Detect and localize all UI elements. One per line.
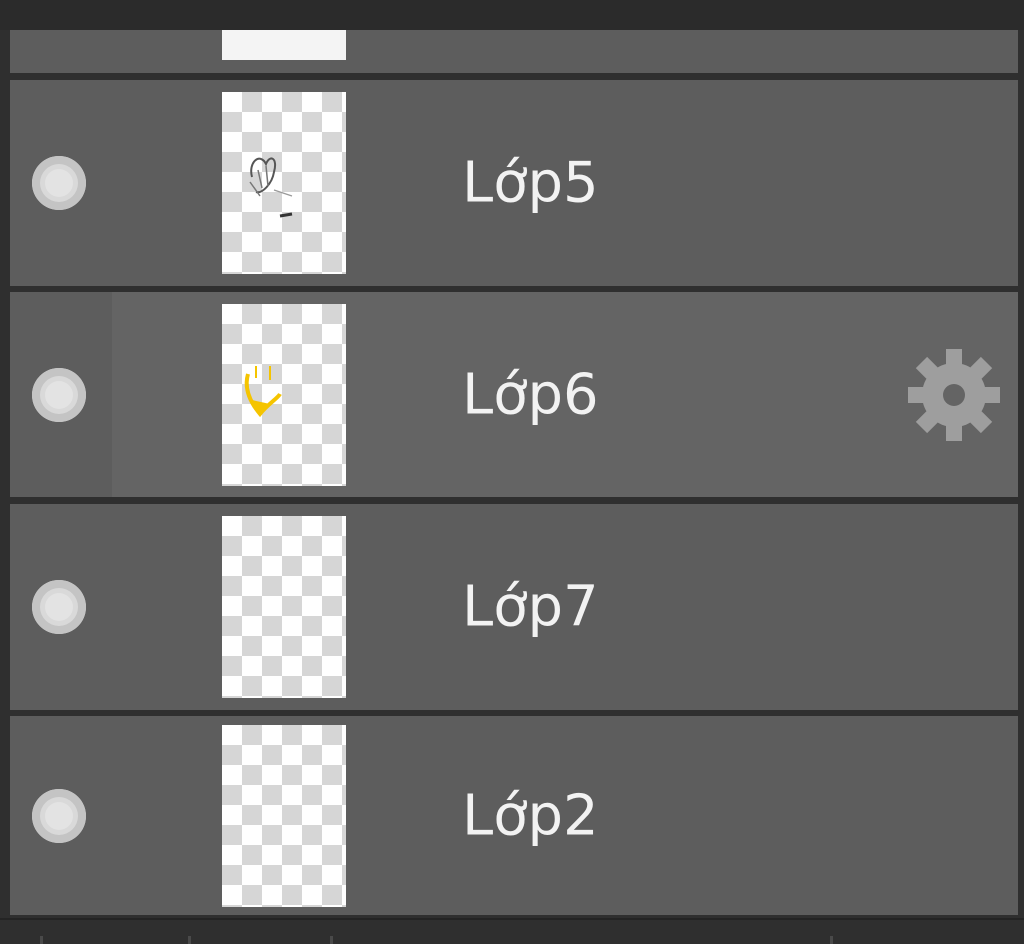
panel-top-bar [0, 0, 1024, 30]
layer-row[interactable]: Lớp2 [10, 716, 1018, 915]
visibility-toggle[interactable] [32, 367, 86, 422]
layer-thumbnail[interactable] [222, 724, 346, 907]
layer-name[interactable]: Lớp5 [462, 151, 599, 216]
layer-thumbnail[interactable] [222, 516, 346, 698]
layer-thumbnail[interactable] [222, 30, 346, 60]
layer-name[interactable]: Lớp2 [462, 783, 599, 848]
visibility-toggle[interactable] [32, 788, 86, 843]
layer-name[interactable]: Lớp7 [462, 575, 599, 640]
sketch-gray-icon [249, 157, 293, 218]
visibility-toggle[interactable] [32, 156, 86, 210]
layer-row[interactable]: Lớp7 [10, 504, 1018, 710]
layer-thumbnail[interactable] [222, 303, 346, 486]
gear-icon[interactable] [906, 347, 1002, 443]
layer-thumbnail[interactable] [222, 92, 346, 274]
visibility-toggle[interactable] [32, 580, 86, 634]
layer-name[interactable]: Lớp6 [462, 362, 599, 427]
sketch-yellow-icon [244, 365, 282, 417]
layer-row[interactable]: Lớp5 [10, 80, 1018, 286]
layer-row-partial[interactable] [10, 30, 1018, 73]
layer-row-selected[interactable]: Lớp6 [10, 292, 1018, 497]
panel-bottom-bar [0, 918, 1024, 944]
layers-panel: Lớp5 Lớp6 Lớp7 Lớp2 [0, 0, 1024, 944]
